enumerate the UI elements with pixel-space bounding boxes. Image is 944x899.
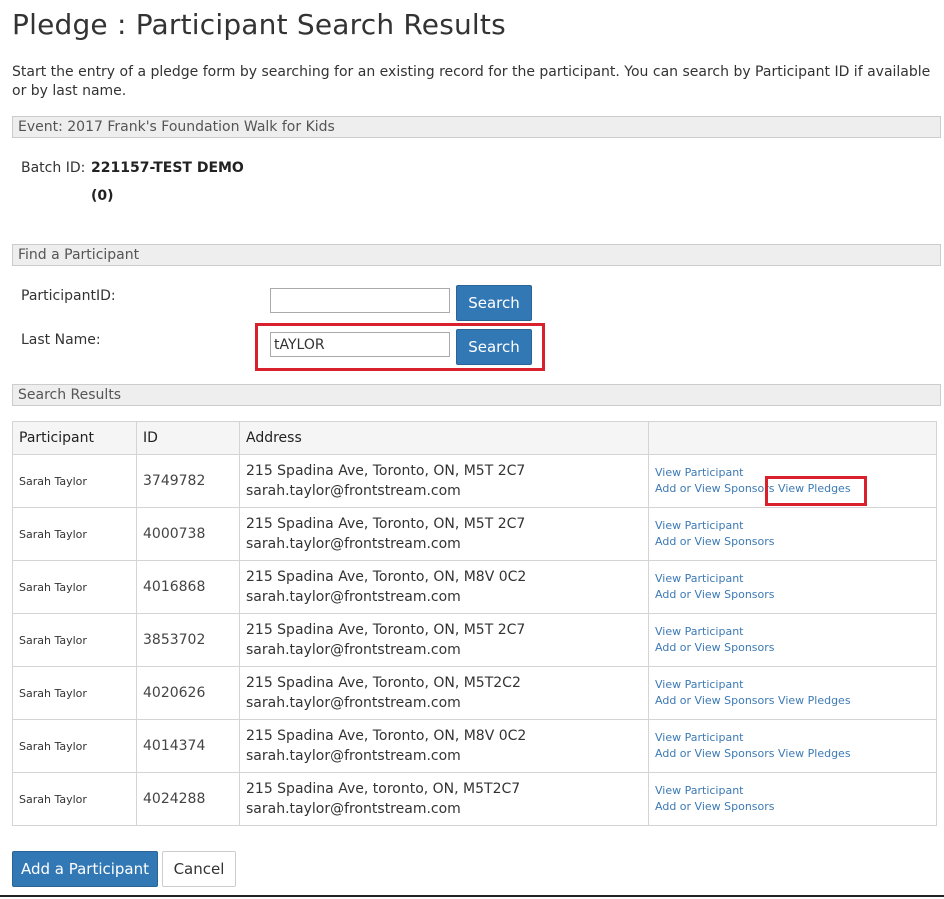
- participant-address: 215 Spadina Ave, Toronto, ON, M5T 2C7: [246, 516, 526, 532]
- event-bar: Event: 2017 Frank's Foundation Walk for …: [12, 116, 941, 138]
- participant-name: Sarah Taylor: [12, 772, 137, 826]
- add-or-view-sponsors-link[interactable]: Add or View Sponsors: [655, 535, 775, 548]
- participant-id: 4020626: [136, 666, 240, 720]
- participant-name: Sarah Taylor: [12, 507, 137, 561]
- table-row: Sarah Taylor 4020626 215 Spadina Ave, Toro…: [12, 666, 937, 720]
- participant-actions-cell: View Participant Add or View Sponsors Vie…: [648, 719, 937, 773]
- view-participant-link[interactable]: View Participant: [655, 731, 743, 744]
- search-by-id-button[interactable]: Search: [456, 285, 532, 321]
- add-or-view-sponsors-link[interactable]: Add or View Sponsors: [655, 641, 775, 654]
- results-header-row: Participant ID Address: [12, 421, 937, 455]
- participant-address-cell: 215 Spadina Ave, toronto, ON, M5T2C7 sara…: [239, 772, 649, 826]
- participant-address-cell: 215 Spadina Ave, Toronto, ON, M5T2C2 sara…: [239, 666, 649, 720]
- table-row: Sarah Taylor 3749782 215 Spadina Ave, Toro…: [12, 454, 937, 508]
- intro-text: Start the entry of a pledge form by sear…: [12, 64, 931, 99]
- participant-email: sarah.taylor@frontstream.com: [246, 801, 461, 817]
- participant-id: 4016868: [136, 560, 240, 614]
- column-header-address: Address: [239, 421, 649, 455]
- participant-id: 4024288: [136, 772, 240, 826]
- column-header-participant: Participant: [12, 421, 137, 455]
- batch-id-label: Batch ID:: [21, 160, 86, 176]
- batch-count: (0): [91, 188, 114, 204]
- participant-id: 3853702: [136, 613, 240, 667]
- add-or-view-sponsors-link[interactable]: Add or View Sponsors: [655, 747, 775, 760]
- view-pledges-link[interactable]: View Pledges: [778, 747, 851, 760]
- page-title: Pledge : Participant Search Results: [12, 8, 506, 41]
- add-or-view-sponsors-link[interactable]: Add or View Sponsors: [655, 694, 775, 707]
- search-by-last-name-button[interactable]: Search: [456, 329, 532, 365]
- column-header-id: ID: [136, 421, 240, 455]
- participant-address-cell: 215 Spadina Ave, Toronto, ON, M8V 0C2 sar…: [239, 560, 649, 614]
- participant-email: sarah.taylor@frontstream.com: [246, 695, 461, 711]
- last-name-label: Last Name:: [21, 332, 101, 348]
- participant-address-cell: 215 Spadina Ave, Toronto, ON, M5T 2C7 sar…: [239, 613, 649, 667]
- add-participant-button[interactable]: Add a Participant: [12, 851, 158, 887]
- participant-actions-cell: View Participant Add or View Sponsors Vie…: [648, 454, 937, 508]
- participant-actions-cell: View Participant Add or View Sponsors: [648, 613, 937, 667]
- view-participant-link[interactable]: View Participant: [655, 572, 743, 585]
- bottom-divider: [0, 895, 944, 897]
- participant-name: Sarah Taylor: [12, 454, 137, 508]
- participant-address: 215 Spadina Ave, toronto, ON, M5T2C7: [246, 781, 521, 797]
- table-row: Sarah Taylor 4024288 215 Spadina Ave, toro…: [12, 772, 937, 826]
- participant-actions-cell: View Participant Add or View Sponsors: [648, 560, 937, 614]
- table-row: Sarah Taylor 3853702 215 Spadina Ave, Toro…: [12, 613, 937, 667]
- participant-name: Sarah Taylor: [12, 719, 137, 773]
- add-or-view-sponsors-link[interactable]: Add or View Sponsors: [655, 588, 775, 601]
- participant-email: sarah.taylor@frontstream.com: [246, 589, 461, 605]
- participant-id-input[interactable]: [270, 288, 450, 313]
- participant-name: Sarah Taylor: [12, 560, 137, 614]
- add-or-view-sponsors-link[interactable]: Add or View Sponsors: [655, 800, 775, 813]
- table-row: Sarah Taylor 4000738 215 Spadina Ave, Toro…: [12, 507, 937, 561]
- view-participant-link[interactable]: View Participant: [655, 466, 743, 479]
- participant-actions-cell: View Participant Add or View Sponsors: [648, 507, 937, 561]
- participant-address: 215 Spadina Ave, Toronto, ON, M5T2C2: [246, 675, 521, 691]
- participant-address: 215 Spadina Ave, Toronto, ON, M8V 0C2: [246, 728, 527, 744]
- table-row: Sarah Taylor 4014374 215 Spadina Ave, Toro…: [12, 719, 937, 773]
- find-participant-bar: Find a Participant: [12, 244, 941, 266]
- view-pledges-link[interactable]: View Pledges: [778, 694, 851, 707]
- participant-actions-cell: View Participant Add or View Sponsors: [648, 772, 937, 826]
- view-participant-link[interactable]: View Participant: [655, 678, 743, 691]
- participant-email: sarah.taylor@frontstream.com: [246, 536, 461, 552]
- view-participant-link[interactable]: View Participant: [655, 519, 743, 532]
- participant-id: 4014374: [136, 719, 240, 773]
- participant-email: sarah.taylor@frontstream.com: [246, 748, 461, 764]
- participant-id-label: ParticipantID:: [21, 288, 116, 304]
- search-results-bar: Search Results: [12, 384, 941, 406]
- participant-id: 4000738: [136, 507, 240, 561]
- add-or-view-sponsors-link[interactable]: Add or View Sponsors: [655, 482, 775, 495]
- participant-email: sarah.taylor@frontstream.com: [246, 483, 461, 499]
- participant-email: sarah.taylor@frontstream.com: [246, 642, 461, 658]
- table-row: Sarah Taylor 4016868 215 Spadina Ave, Toro…: [12, 560, 937, 614]
- participant-address: 215 Spadina Ave, Toronto, ON, M5T 2C7: [246, 622, 526, 638]
- view-participant-link[interactable]: View Participant: [655, 625, 743, 638]
- results-table: Participant ID Address Sarah Taylor 37497…: [12, 421, 937, 826]
- participant-actions-cell: View Participant Add or View Sponsors Vie…: [648, 666, 937, 720]
- batch-id-value: 221157-TEST DEMO: [91, 160, 244, 176]
- participant-address-cell: 215 Spadina Ave, Toronto, ON, M5T 2C7 sar…: [239, 507, 649, 561]
- participant-address-cell: 215 Spadina Ave, Toronto, ON, M5T 2C7 sar…: [239, 454, 649, 508]
- participant-address: 215 Spadina Ave, Toronto, ON, M8V 0C2: [246, 569, 527, 585]
- cancel-button[interactable]: Cancel: [162, 851, 236, 887]
- participant-id: 3749782: [136, 454, 240, 508]
- participant-name: Sarah Taylor: [12, 613, 137, 667]
- view-pledges-link[interactable]: View Pledges: [778, 482, 851, 495]
- last-name-input[interactable]: [270, 332, 450, 357]
- participant-address-cell: 215 Spadina Ave, Toronto, ON, M8V 0C2 sar…: [239, 719, 649, 773]
- participant-name: Sarah Taylor: [12, 666, 137, 720]
- results-body: Sarah Taylor 3749782 215 Spadina Ave, Toro…: [12, 454, 937, 826]
- participant-address: 215 Spadina Ave, Toronto, ON, M5T 2C7: [246, 463, 526, 479]
- view-participant-link[interactable]: View Participant: [655, 784, 743, 797]
- column-header-actions: [648, 421, 937, 455]
